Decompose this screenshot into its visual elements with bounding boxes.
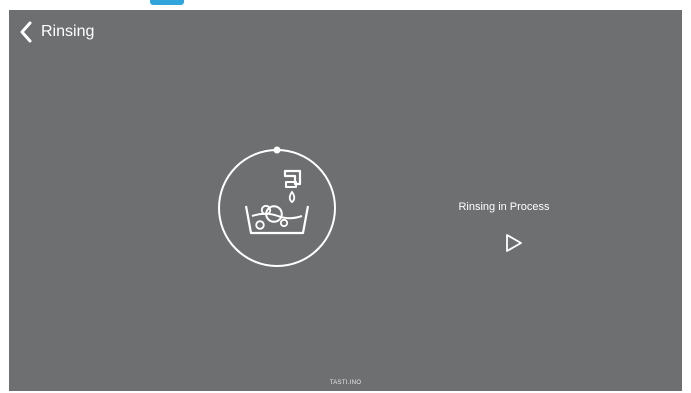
rinse-faucet-basin-icon: [218, 146, 336, 267]
cropped-blue-header-fragment: [150, 0, 184, 5]
rinsing-screen: Rinsing Rinsing in Process TASTI.INO: [9, 10, 682, 391]
rinsing-status-text: Rinsing in Process: [458, 201, 550, 213]
chevron-left-icon: [20, 21, 32, 43]
back-button[interactable]: [17, 20, 37, 44]
rinse-progress-dial: [216, 146, 338, 269]
play-icon: [506, 234, 522, 252]
footer-brand-text: TASTI.INO: [329, 380, 362, 386]
play-button[interactable]: [503, 232, 525, 254]
page-frame: Rinsing Rinsing in Process TASTI.INO: [0, 0, 691, 393]
screen-title: Rinsing: [41, 23, 95, 40]
